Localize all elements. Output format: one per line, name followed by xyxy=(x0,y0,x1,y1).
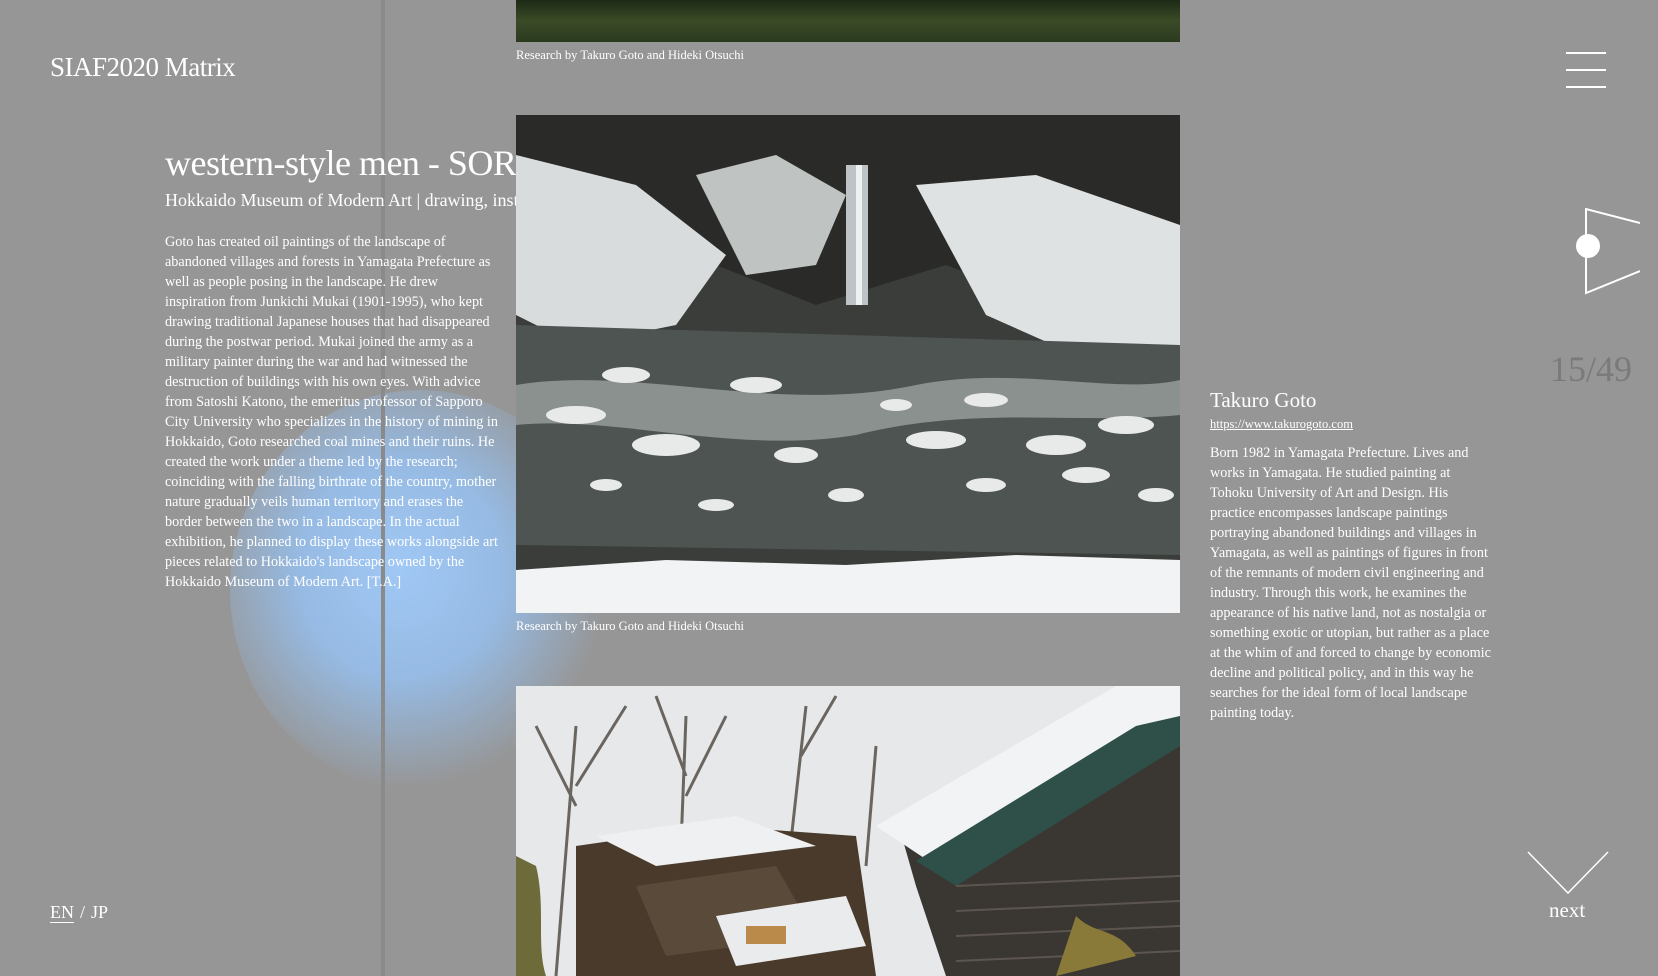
artist-name: Takuro Goto xyxy=(1210,388,1317,412)
language-switcher: EN / JP xyxy=(50,902,108,923)
hamburger-menu-icon[interactable] xyxy=(1566,52,1608,88)
language-jp[interactable]: JP xyxy=(91,902,108,922)
photo-caption: Research by Takuro Goto and Hideki Otsuc… xyxy=(516,48,745,62)
research-photo-collapsed-house xyxy=(516,686,1180,976)
progress-indicator-icon xyxy=(1570,205,1641,310)
photo-caption: Research by Takuro Goto and Hideki Otsuc… xyxy=(516,619,745,633)
research-photo-grass xyxy=(516,0,1180,42)
artist-website-link[interactable]: https://www.takurogoto.com xyxy=(1210,417,1353,432)
site-logo[interactable]: SIAF2020 Matrix xyxy=(50,52,236,83)
slide-counter: 15/49 xyxy=(1550,349,1633,389)
work-subtitle: Hokkaido Museum of Modern Art | drawing,… xyxy=(165,190,573,210)
artist-bio: Born 1982 in Yamagata Prefecture. Lives … xyxy=(1210,445,1491,721)
language-separator: / xyxy=(80,902,86,922)
work-description: Goto has created oil paintings of the la… xyxy=(165,234,498,590)
research-photo-waterfall xyxy=(516,115,1180,613)
next-arrow-icon[interactable] xyxy=(1526,850,1610,901)
language-en[interactable]: EN xyxy=(50,902,74,922)
next-button[interactable]: next xyxy=(1549,898,1585,923)
